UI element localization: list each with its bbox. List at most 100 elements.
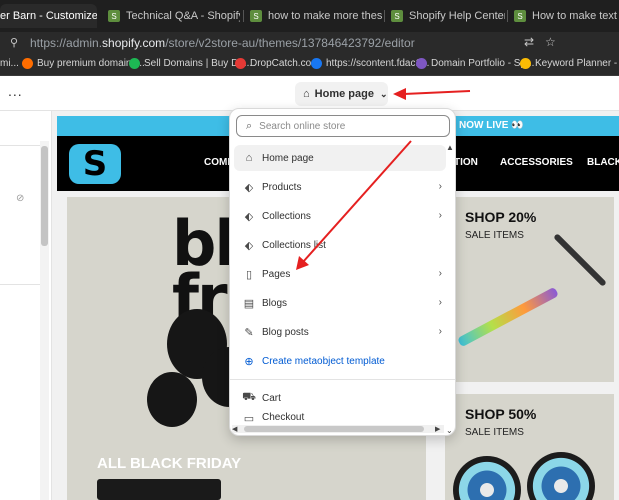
menu-item-label: Pages	[262, 268, 291, 280]
promo-subtitle: SALE ITEMS	[465, 230, 524, 241]
blog-icon: ▤	[243, 297, 255, 310]
bookmark-favicon-icon	[22, 58, 33, 69]
scrollbar-thumb[interactable]	[244, 426, 424, 432]
page-selector-dropdown: ⌕ ⌂ Home page ⬖ Products › ⬖ Collections…	[229, 108, 456, 436]
dropdown-horizontal-scrollbar[interactable]	[232, 425, 444, 433]
bookmark-item[interactable]: https://scontent.fdac1...	[311, 58, 429, 69]
menu-item-collections-list[interactable]: ⬖ Collections list	[234, 232, 446, 258]
home-icon: ⌂	[303, 88, 310, 100]
browser-tab-strip: er Barn - Customize Sco S Technical Q&A …	[0, 0, 619, 32]
chevron-right-icon: ›	[438, 268, 442, 279]
menu-item-pages[interactable]: ▯ Pages ›	[234, 261, 446, 287]
bookmark-favicon-icon	[235, 58, 246, 69]
bookmark-favicon-icon	[129, 58, 140, 69]
shopify-favicon-icon: S	[250, 10, 262, 22]
bookmark-star-icon[interactable]: ☆	[545, 35, 556, 49]
menu-item-blogs[interactable]: ▤ Blogs ›	[234, 290, 446, 316]
menu-item-label: Blog posts	[262, 326, 309, 338]
menu-item-checkout[interactable]: ▭ Checkout	[234, 412, 446, 426]
tag-icon: ⬖	[244, 239, 254, 252]
bookmark-item[interactable]: Keyword Planner - Act...	[520, 58, 619, 69]
bookmark-favicon-icon	[416, 58, 427, 69]
home-icon: ⌂	[245, 152, 253, 164]
menu-item-label: Checkout	[262, 412, 305, 423]
page-selector-button[interactable]: ⌂ Home page ⌄	[295, 82, 388, 106]
cart-icon: ⛟	[242, 391, 256, 403]
wheel-image	[527, 452, 595, 500]
tag-icon: ⬖	[244, 210, 254, 223]
panel-scrollbar[interactable]	[40, 141, 49, 500]
translate-icon[interactable]: ⇄	[524, 35, 534, 49]
hero-cta-button[interactable]	[97, 479, 221, 500]
bookmark-item[interactable]: Domain Portfolio - Sp...	[416, 58, 534, 69]
bookmark-item[interactable]: Sell Domains | Buy Do...	[129, 58, 252, 69]
menu-item-home-page[interactable]: ⌂ Home page	[234, 145, 446, 171]
page-icon: ▯	[245, 268, 253, 281]
bookmark-item[interactable]: mi...	[0, 58, 19, 69]
url-field[interactable]: https://admin.shopify.com/store/v2store-…	[30, 36, 415, 50]
chevron-right-icon: ›	[438, 210, 442, 221]
chevron-right-icon: ›	[438, 181, 442, 192]
theme-editor-topbar: ... ⌂ Home page ⌄	[0, 77, 619, 111]
menu-item-label: Home page	[262, 152, 314, 164]
panel-divider	[0, 284, 40, 285]
menu-item-blog-posts[interactable]: ✎ Blog posts ›	[234, 319, 446, 345]
bookmark-item[interactable]: DropCatch.com	[235, 58, 319, 69]
menu-item-create-metaobject-template[interactable]: ⊕ Create metaobject template	[234, 348, 446, 374]
scooter-handle-image	[553, 233, 607, 287]
site-settings-icon[interactable]: ⚲	[10, 36, 18, 49]
nav-link-accessories[interactable]: ACCESSORIES	[500, 157, 573, 168]
hero-footer-text: ALL BLACK FRIDAY	[97, 455, 242, 472]
promo-card-50[interactable]: SHOP 50% SALE ITEMS	[445, 394, 614, 500]
menu-item-collections[interactable]: ⬖ Collections ›	[234, 203, 446, 229]
browser-tab-technical-qa[interactable]: S Technical Q&A - Shopify Com	[100, 4, 240, 28]
more-actions-button[interactable]: ...	[8, 83, 23, 99]
chevron-down-icon: ⌄	[379, 88, 388, 99]
browser-tab-help-center[interactable]: S Shopify Help Center | Templa	[383, 4, 505, 28]
scroll-right-arrow-icon[interactable]: ▶	[435, 425, 440, 433]
tag-icon: ⬖	[244, 181, 254, 194]
promo-card-20[interactable]: SHOP 20% SALE ITEMS	[445, 197, 614, 382]
search-input[interactable]	[259, 120, 430, 132]
menu-item-products[interactable]: ⬖ Products ›	[234, 174, 446, 200]
hidden-eye-icon[interactable]: ⊘	[16, 193, 24, 204]
browser-tab-customize[interactable]: er Barn - Customize Sco	[0, 4, 97, 28]
bookmark-item[interactable]: Buy premium domains...	[22, 58, 145, 69]
scrollbar-thumb[interactable]	[41, 146, 48, 246]
tab-label: Technical Q&A - Shopify Com	[126, 10, 240, 22]
bookmark-label: mi...	[0, 58, 19, 69]
checkout-icon: ▭	[243, 413, 255, 425]
nav-link[interactable]: TION	[454, 157, 478, 168]
screenshot-root: er Barn - Customize Sco S Technical Q&A …	[0, 0, 619, 500]
sections-panel: ⊘	[0, 111, 52, 500]
menu-item-cart[interactable]: ⛟ Cart	[234, 385, 446, 411]
url-domain: shopify.com	[102, 36, 166, 50]
dropdown-vertical-scrollbar[interactable]: ▲ ⌄	[445, 143, 455, 435]
tab-label: Shopify Help Center | Templa	[409, 10, 505, 22]
menu-item-label: Collections list	[262, 239, 326, 251]
store-logo[interactable]: S	[69, 144, 121, 184]
promo-title: SHOP 50%	[465, 406, 537, 422]
scroll-up-arrow-icon[interactable]: ▲	[446, 143, 454, 152]
shopify-favicon-icon: S	[514, 10, 526, 22]
bookmark-favicon-icon	[520, 58, 531, 69]
tab-label: how to make more these pag	[268, 10, 382, 22]
page-selector-label: Home page	[314, 88, 374, 100]
chevron-right-icon: ›	[438, 326, 442, 337]
shopify-favicon-icon: S	[108, 10, 120, 22]
bookmark-label: DropCatch.com	[250, 58, 320, 69]
browser-tab-how-to-make[interactable]: S how to make more these pag	[242, 4, 382, 28]
chevron-right-icon: ›	[438, 297, 442, 308]
promo-title: SHOP 20%	[465, 209, 537, 225]
search-box[interactable]: ⌕	[236, 115, 450, 137]
scroll-left-arrow-icon[interactable]: ◀	[232, 425, 237, 433]
menu-item-label: Collections	[262, 210, 311, 222]
scroll-down-arrow-icon[interactable]: ⌄	[446, 426, 453, 435]
browser-tab-text-box[interactable]: S How to make text box	[506, 4, 619, 28]
bookmarks-bar: mi... Buy premium domains... Sell Domain…	[0, 54, 619, 76]
menu-item-label: Products	[262, 181, 302, 193]
url-prefix: https://admin.	[30, 36, 103, 50]
menu-item-label: Blogs	[262, 297, 288, 309]
nav-link[interactable]: BLACK F	[587, 157, 619, 168]
promo-subtitle: SALE ITEMS	[465, 427, 524, 438]
